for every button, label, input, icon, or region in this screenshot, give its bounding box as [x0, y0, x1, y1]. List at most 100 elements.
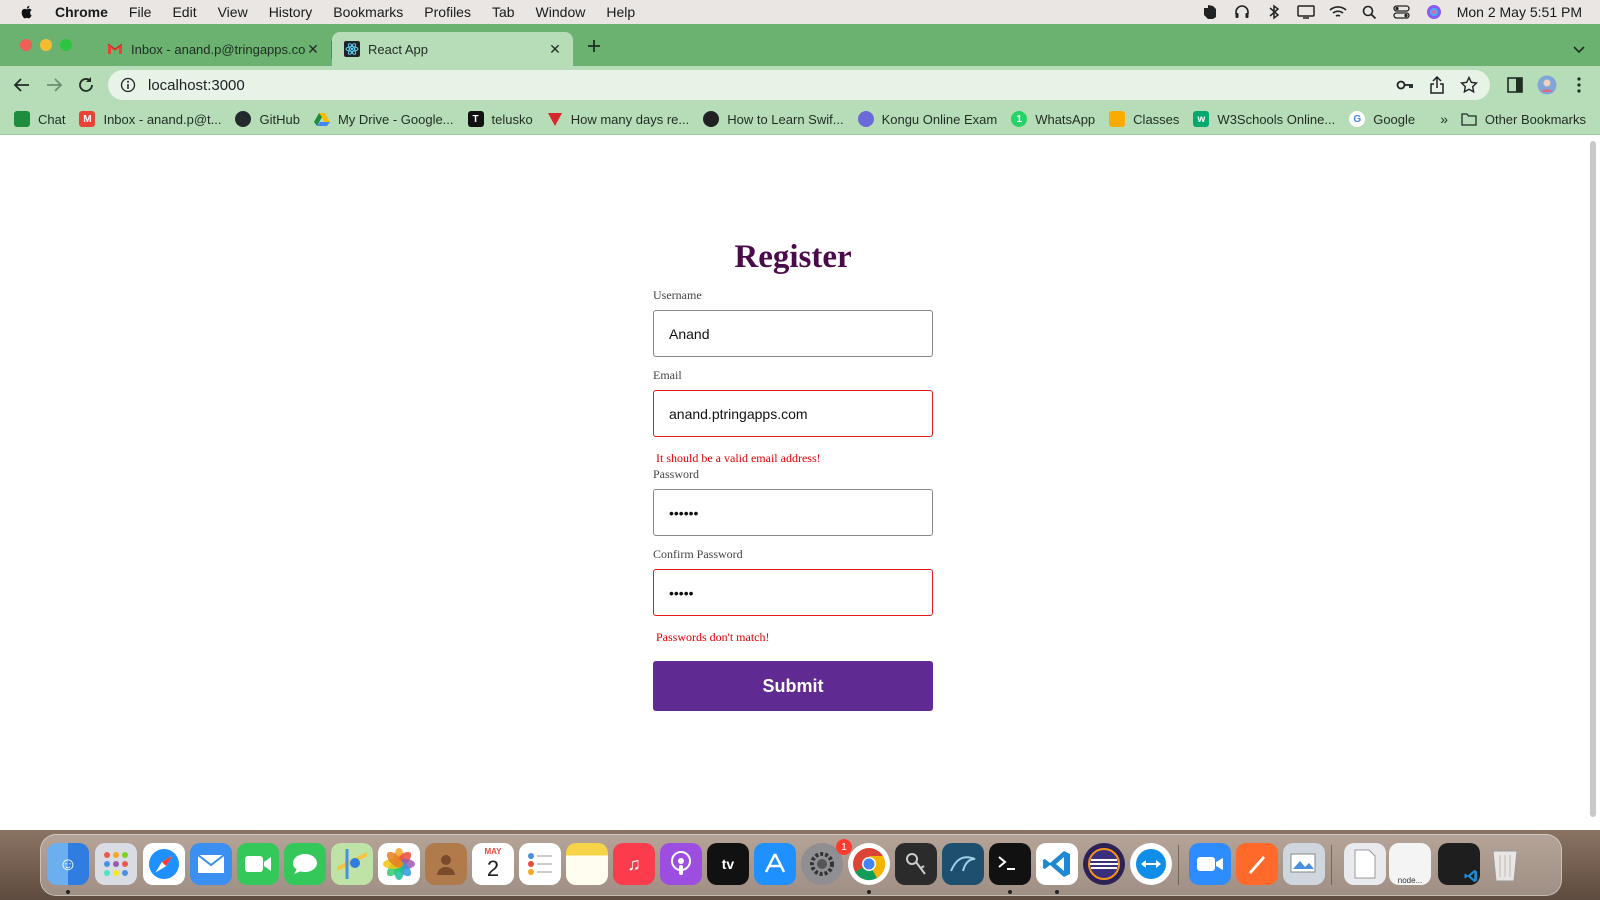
- share-icon[interactable]: [1428, 76, 1446, 94]
- username-field[interactable]: [653, 310, 933, 357]
- bookmark-whatsapp[interactable]: 1 WhatsApp: [1011, 111, 1095, 127]
- tab-search-chevron-down-icon[interactable]: [1572, 42, 1586, 56]
- site-info-icon[interactable]: [120, 77, 136, 93]
- app-store-icon[interactable]: [754, 843, 796, 885]
- headphones-icon[interactable]: [1233, 4, 1251, 20]
- email-field[interactable]: [653, 390, 933, 437]
- menu-window[interactable]: Window: [536, 4, 586, 20]
- bookmarks-overflow-button[interactable]: »: [1440, 111, 1448, 127]
- menu-bar-clock[interactable]: Mon 2 May 5:51 PM: [1457, 4, 1582, 20]
- menu-file[interactable]: File: [129, 4, 152, 20]
- tab-react-app[interactable]: React App ✕: [332, 32, 573, 66]
- bluetooth-icon[interactable]: [1265, 4, 1283, 20]
- password-key-icon[interactable]: [1396, 76, 1414, 94]
- bookmark-label: Classes: [1133, 111, 1180, 127]
- bookmark-chat[interactable]: Chat: [14, 111, 65, 127]
- reload-icon[interactable]: [75, 74, 97, 96]
- terminal-icon[interactable]: [989, 843, 1031, 885]
- side-panel-icon[interactable]: [1504, 74, 1526, 96]
- menu-edit[interactable]: Edit: [172, 4, 196, 20]
- music-icon[interactable]: ♫: [613, 843, 655, 885]
- bookmark-google[interactable]: G Google: [1349, 111, 1415, 127]
- chrome-menu-icon[interactable]: [1568, 74, 1590, 96]
- display-icon[interactable]: [1296, 4, 1315, 20]
- launchpad-icon[interactable]: [95, 843, 137, 885]
- menu-history[interactable]: History: [269, 4, 313, 20]
- vscode-window-thumbnail[interactable]: [1438, 843, 1480, 885]
- apple-logo-icon[interactable]: [19, 4, 35, 20]
- bookmark-w3schools[interactable]: w W3Schools Online...: [1193, 111, 1335, 127]
- vscode-icon[interactable]: [1036, 843, 1078, 885]
- apple-tv-icon[interactable]: tv: [707, 843, 749, 885]
- menu-view[interactable]: View: [218, 4, 248, 20]
- tab-close-icon[interactable]: ✕: [305, 41, 321, 57]
- window-minimize-button[interactable]: [40, 39, 52, 51]
- profile-avatar[interactable]: [1536, 74, 1558, 96]
- eclipse-icon[interactable]: [1083, 843, 1125, 885]
- other-bookmarks-button[interactable]: Other Bookmarks: [1461, 104, 1586, 134]
- menu-tab[interactable]: Tab: [492, 4, 515, 20]
- messages-icon[interactable]: [284, 843, 326, 885]
- photos-icon[interactable]: [378, 843, 420, 885]
- mysql-workbench-icon[interactable]: [942, 843, 984, 885]
- facetime-icon[interactable]: [237, 843, 279, 885]
- reminders-icon[interactable]: [519, 843, 561, 885]
- menu-app-name[interactable]: Chrome: [55, 4, 108, 20]
- bookmark-classes[interactable]: Classes: [1109, 111, 1179, 127]
- pen-tool-icon[interactable]: [1236, 843, 1278, 885]
- bookmark-inbox[interactable]: M Inbox - anand.p@t...: [79, 111, 221, 127]
- mail-icon[interactable]: [190, 843, 232, 885]
- page-title: Register: [734, 239, 852, 275]
- new-tab-plus-icon[interactable]: [584, 36, 604, 56]
- running-indicator: [1008, 890, 1012, 894]
- safari-icon[interactable]: [143, 843, 185, 885]
- spotlight-search-icon[interactable]: [1361, 4, 1379, 20]
- page-scrollbar[interactable]: [1590, 141, 1596, 817]
- bookmark-kongu-online-exam[interactable]: Kongu Online Exam: [857, 111, 997, 127]
- bookmark-learn-swift[interactable]: How to Learn Swif...: [703, 111, 844, 127]
- notes-icon[interactable]: [566, 843, 608, 885]
- submit-button[interactable]: Submit: [653, 661, 933, 711]
- forward-arrow-icon[interactable]: [43, 74, 65, 96]
- finder-icon[interactable]: ☺: [47, 843, 89, 885]
- trash-icon[interactable]: [1484, 843, 1526, 885]
- menu-help[interactable]: Help: [606, 4, 635, 20]
- bookmark-my-drive[interactable]: My Drive - Google...: [313, 111, 454, 127]
- bookmarks-bar: Chat M Inbox - anand.p@t... GitHub My Dri…: [0, 104, 1600, 135]
- window-close-button[interactable]: [20, 39, 32, 51]
- documents-folder-icon[interactable]: [1344, 843, 1386, 885]
- bookmark-telusko[interactable]: Ttelusko: [467, 111, 533, 127]
- bookmark-star-icon[interactable]: [1460, 76, 1478, 94]
- siri-icon[interactable]: [1425, 4, 1443, 20]
- podcasts-icon[interactable]: [660, 843, 702, 885]
- keychain-icon[interactable]: [895, 843, 937, 885]
- folder-icon: [1461, 112, 1477, 126]
- calendar-icon[interactable]: MAY 2: [472, 843, 514, 885]
- evernote-icon[interactable]: [1201, 4, 1219, 20]
- bookmark-label: My Drive - Google...: [337, 111, 454, 127]
- contacts-icon[interactable]: [425, 843, 467, 885]
- tab-title: React App: [368, 41, 428, 57]
- bookmark-label: How to Learn Swif...: [727, 111, 844, 127]
- maps-icon[interactable]: [331, 843, 373, 885]
- wifi-icon[interactable]: [1329, 4, 1347, 20]
- zoom-icon[interactable]: [1189, 843, 1231, 885]
- address-bar[interactable]: localhost:3000: [108, 70, 1490, 100]
- bookmark-how-many-days[interactable]: How many days re...: [547, 111, 689, 127]
- address-url[interactable]: localhost:3000: [148, 77, 245, 94]
- window-zoom-button[interactable]: [60, 39, 72, 51]
- menu-profiles[interactable]: Profiles: [424, 4, 471, 20]
- chrome-icon[interactable]: [848, 843, 890, 885]
- node-window-thumbnail[interactable]: node...: [1389, 843, 1431, 885]
- tab-close-icon[interactable]: ✕: [547, 41, 563, 57]
- back-arrow-icon[interactable]: [11, 74, 33, 96]
- preview-icon[interactable]: [1283, 843, 1325, 885]
- password-field[interactable]: [653, 489, 933, 536]
- menu-bookmarks[interactable]: Bookmarks: [333, 4, 403, 20]
- tab-inbox[interactable]: Inbox - anand.p@tringapps.com ✕: [95, 32, 331, 66]
- confirm-password-field[interactable]: [653, 569, 933, 616]
- teamviewer-icon[interactable]: [1130, 843, 1172, 885]
- control-center-icon[interactable]: [1393, 4, 1411, 20]
- running-indicator: [66, 890, 70, 894]
- bookmark-github[interactable]: GitHub: [235, 111, 300, 127]
